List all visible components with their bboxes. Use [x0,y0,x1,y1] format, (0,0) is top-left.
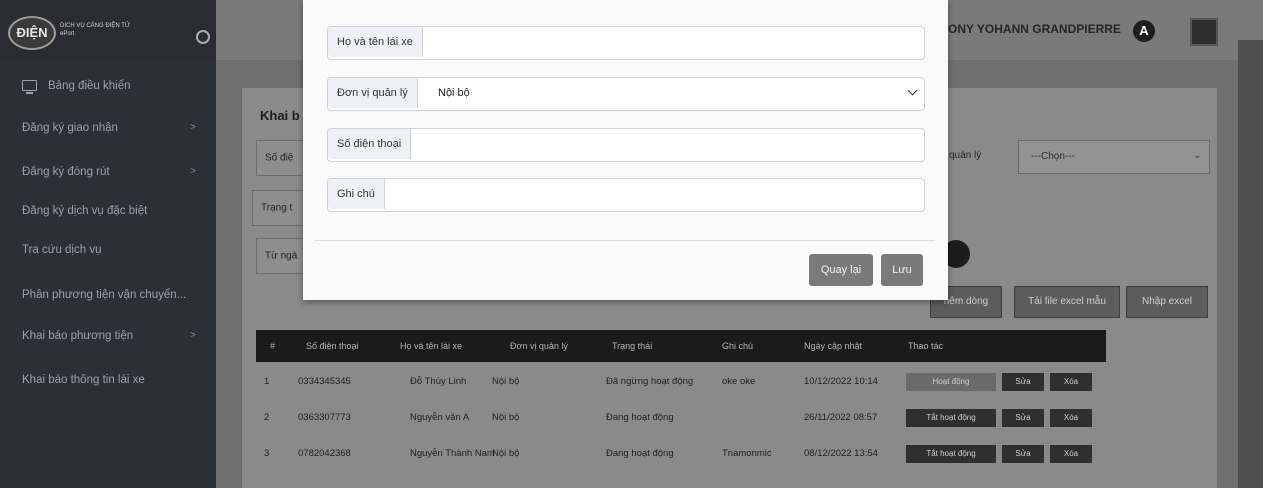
import-excel-button[interactable]: Nhập excel [1126,286,1208,318]
phone-label: Số điện thoại [328,129,412,159]
cell-note: oke oke [722,376,756,387]
table-row: 1 0334345345 Đỗ Thùy Linh Nội bộ Đã ngừn… [256,364,1106,400]
cell-unit: Nội bộ [492,412,520,423]
sidebar-item-label: Bảng điều khiển [48,80,131,92]
table-row: 3 0782042368 Nguyễn Thành Nam Nội bộ Đan… [256,436,1106,472]
sidebar-item-stuffing-registration[interactable]: Đăng ký đóng rút > [0,160,216,184]
column-header: Trạng thái [612,341,653,351]
cell-phone: 0782042368 [298,448,351,459]
cell-unit: Nội bộ [492,376,520,387]
unit-filter-label: ị quản lý [944,150,982,161]
unit-select[interactable]: Đơn vị quản lý Nội bộ [327,77,925,111]
edit-button[interactable]: Sửa [1002,409,1044,427]
driver-name-label: Họ và tên lái xe [328,27,423,57]
column-header: Đơn vị quản lý [510,341,568,351]
driver-name-field[interactable]: Họ và tên lái xe [327,26,925,60]
cell-phone: 0363307773 [298,412,351,423]
org-sub-line: ePort [60,31,75,37]
chevron-down-icon [907,85,918,96]
org-name-line: DỊCH VỤ CẢNG ĐIỆN TỬ [60,23,131,29]
phone-filter-label: Số điệ [265,152,294,164]
sidebar-item-label: Khai báo phương tiện [22,330,134,342]
sidebar-toggle-icon[interactable] [196,30,210,44]
back-button[interactable]: Quay lại [809,254,873,286]
column-header: Thao tác [908,341,944,351]
sidebar-item-special-service[interactable]: Đăng ký dịch vụ đặc biệt [0,199,216,223]
cell-unit: Nội bộ [492,448,520,459]
cell-driver-name: Nguyễn văn A [410,412,470,423]
chevron-down-icon: ⌄ [1193,150,1201,160]
edit-button[interactable]: Sửa [1002,373,1044,391]
cell-driver-name: Đỗ Thùy Linh [410,376,467,387]
column-header: Họ và tên lái xe [400,341,463,351]
table-header: # Số điện thoại Họ và tên lái xe Đơn vị … [256,330,1106,362]
sidebar-item-label: Đăng ký giao nhận [22,122,118,134]
cell-note: Tnamonmic [722,448,772,459]
status-filter-label: Trạng t [261,202,293,214]
logo: ĐIỆN [8,16,56,50]
cell-index: 2 [264,412,270,423]
notification-icon[interactable] [1190,18,1218,46]
cell-updated: 26/11/2022 08:57 [804,412,878,423]
column-header: Số điện thoại [306,341,359,351]
page-scrollbar[interactable] [1238,40,1263,488]
chevron-right-icon: > [190,122,196,133]
chevron-right-icon: > [190,330,196,341]
note-label: Ghi chú [328,179,385,209]
column-header: # [270,341,276,351]
org-name: DỊCH VỤ CẢNG ĐIỆN TỬ ePort [60,22,160,38]
cell-index: 1 [264,376,270,387]
column-header: Ngày cập nhật [804,341,863,351]
cell-status: Đã ngừng hoạt động [606,376,694,387]
toggle-active-button[interactable]: Tắt hoạt động [906,445,996,463]
user-name[interactable]: ONY YOHANN GRANDPIERRE [948,22,1121,36]
unit-select-value: Nội bộ [438,87,470,99]
note-field[interactable]: Ghi chú [327,178,925,212]
driver-form-modal: Họ và tên lái xe Đơn vị quản lý Nội bộ S… [303,0,948,300]
save-button[interactable]: Lưu [881,254,923,286]
edit-button[interactable]: Sửa [1002,445,1044,463]
sidebar-item-label: Đăng ký đóng rút [22,166,110,178]
sidebar-item-label: Đăng ký dịch vụ đặc biệt [22,205,148,217]
avatar[interactable]: A [1133,20,1155,42]
cell-phone: 0334345345 [298,376,351,387]
phone-field[interactable]: Số điện thoại [327,128,925,162]
sidebar-item-vehicle-declaration[interactable]: Khai báo phương tiện > [0,324,216,348]
sidebar-item-driver-declaration[interactable]: Khai báo thông tin lái xe [0,368,216,392]
sidebar: ĐIỆN DỊCH VỤ CẢNG ĐIỆN TỬ ePort Bảng điề… [0,0,216,488]
chevron-right-icon: > [190,166,196,177]
sidebar-item-service-lookup[interactable]: Tra cứu dịch vụ [0,238,216,262]
unit-filter-value: ---Chọn--- [1031,151,1075,162]
toggle-active-button[interactable]: Tắt hoạt động [906,409,996,427]
cell-driver-name: Nguyễn Thành Nam [410,448,495,459]
delete-button[interactable]: Xóa [1050,373,1092,391]
sidebar-item-label: Phân phương tiện vận chuyển... [22,289,187,301]
page-title: Khai b [260,108,300,123]
from-date-filter-label: Từ ngà [265,250,298,262]
monitor-icon [22,80,37,94]
sidebar-item-delivery-registration[interactable]: Đăng ký giao nhận > [0,116,216,140]
unit-select-label: Đơn vị quản lý [328,78,418,108]
delete-button[interactable]: Xóa [1050,445,1092,463]
sidebar-item-label: Khai báo thông tin lái xe [22,374,145,386]
toggle-active-button[interactable]: Hoạt động [906,373,996,391]
cell-updated: 10/12/2022 10:14 [804,376,878,387]
cell-index: 3 [264,448,270,459]
sidebar-item-dashboard[interactable]: Bảng điều khiển [0,74,216,98]
sidebar-item-label: Tra cứu dịch vụ [22,244,102,256]
sidebar-header: ĐIỆN DỊCH VỤ CẢNG ĐIỆN TỬ ePort [0,0,216,60]
cell-updated: 08/12/2022 13:54 [804,448,878,459]
delete-button[interactable]: Xóa [1050,409,1092,427]
cell-status: Đang hoạt động [606,448,674,459]
table-row: 2 0363307773 Nguyễn văn A Nội bộ Đang ho… [256,400,1106,436]
column-header: Ghi chú [722,341,754,351]
download-excel-template-button[interactable]: Tải file excel mẫu [1014,286,1120,318]
sidebar-item-vehicle-assignment[interactable]: Phân phương tiện vận chuyển... [0,283,216,307]
unit-filter-select[interactable]: ---Chọn--- ⌄ [1018,140,1210,174]
cell-status: Đang hoạt động [606,412,674,423]
modal-divider [315,240,935,241]
